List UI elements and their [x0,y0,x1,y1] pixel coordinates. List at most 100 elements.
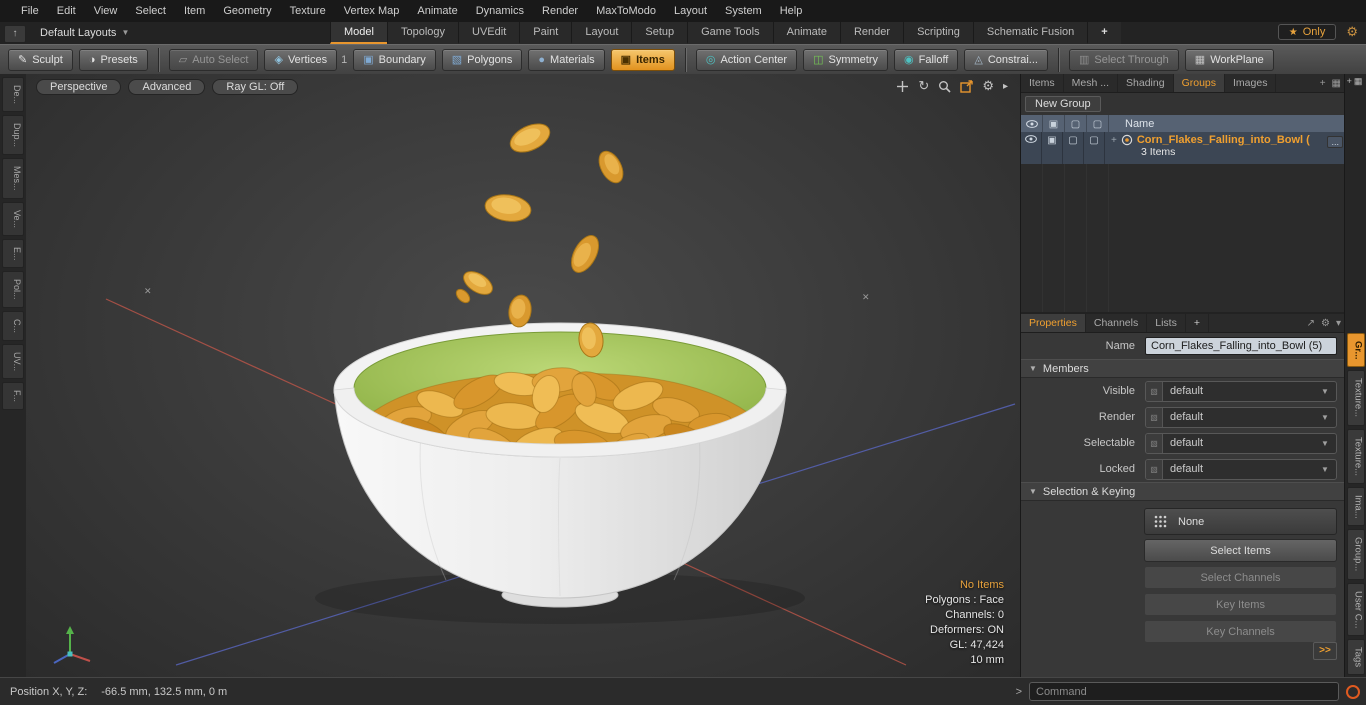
menu-dynamics[interactable]: Dynamics [467,1,533,21]
add-panel-tab-icon[interactable]: + [1320,78,1326,89]
visibility-column-eye-icon[interactable] [1021,115,1043,133]
select-through-button[interactable]: ▥ Select Through [1068,49,1179,71]
zoom-icon[interactable] [938,80,951,93]
select-column-icon[interactable]: ▢ [1087,115,1109,133]
tab-images[interactable]: Images [1225,74,1277,92]
left-strip-tab[interactable]: F... [2,381,24,410]
gear-icon[interactable]: ⚙ [1346,24,1358,40]
menu-view[interactable]: View [85,1,127,21]
key-channels-button[interactable]: Key Channels [1144,620,1337,643]
action-center-button[interactable]: ◎ Action Center [695,49,798,71]
panel-chevron-icon[interactable]: ▾ [1336,318,1341,329]
left-strip-tab[interactable]: Pol... [2,271,24,308]
item-render-icon[interactable]: ▣ [1042,132,1063,164]
panel-gear-icon[interactable]: ⚙ [1321,318,1330,329]
left-strip-tab[interactable]: De... [2,77,24,113]
item-checkbox[interactable]: ▢ [1063,132,1084,164]
tab-shading[interactable]: Shading [1118,74,1174,92]
render-dropdown[interactable]: ▧ default ▼ [1145,406,1337,428]
command-input[interactable] [1029,682,1339,701]
menu-layout[interactable]: Layout [665,1,716,21]
polygons-mode-button[interactable]: ▧ Polygons [441,49,523,71]
tab-lists[interactable]: Lists [1147,314,1186,332]
collapse-up-icon[interactable]: ↑ [4,25,26,43]
menu-system[interactable]: System [716,1,771,21]
tab-setup[interactable]: Setup [631,22,688,44]
falloff-button[interactable]: ◉ Falloff [894,49,959,71]
left-strip-tab[interactable]: Ve... [2,201,24,236]
select-items-button[interactable]: Select Items [1144,539,1337,562]
left-strip-tab[interactable]: Mes... [2,158,24,199]
workplane-button[interactable]: ▦ WorkPlane [1184,49,1274,71]
sculpt-button[interactable]: ✎ Sculpt [8,49,73,71]
render-column-cube-icon[interactable]: ▣ [1043,115,1065,133]
item-eye-icon[interactable] [1021,132,1042,164]
new-group-button[interactable]: New Group [1025,96,1101,112]
menu-maxtomodo[interactable]: MaxToModo [587,1,665,21]
menu-geometry[interactable]: Geometry [214,1,280,21]
lock-column-icon[interactable]: ▢ [1065,115,1087,133]
select-channels-button[interactable]: Select Channels [1144,566,1337,589]
locked-dropdown[interactable]: ▧ default ▼ [1145,458,1337,480]
item-more-button[interactable]: ... [1327,136,1343,148]
selection-keying-section-header[interactable]: ▼ Selection & Keying [1021,482,1345,501]
tab-model[interactable]: Model [330,22,387,44]
expand-plus-icon[interactable]: + [1111,135,1117,146]
panel-grid-icon[interactable]: ▦ [1332,78,1341,89]
add-layout-tab-button[interactable]: + [1087,22,1121,44]
menu-select[interactable]: Select [126,1,175,21]
popout-icon[interactable]: ↗ [1307,318,1315,329]
rotate-view-icon[interactable]: ↻ [918,78,929,94]
tab-channels[interactable]: Channels [1086,314,1148,332]
vertices-mode-button[interactable]: ◈ Vertices [264,49,338,71]
menu-edit[interactable]: Edit [48,1,85,21]
right-strip-tab-texture2[interactable]: Texture... [1346,428,1365,484]
materials-mode-button[interactable]: ● Materials [528,49,605,71]
left-strip-tab[interactable]: C... [2,310,24,341]
maximize-viewport-icon[interactable] [960,79,974,93]
menu-item[interactable]: Item [175,1,214,21]
tab-items[interactable]: Items [1021,74,1064,92]
left-strip-tab[interactable]: UV... [2,343,24,379]
right-strip-tab-texture[interactable]: Texture... [1346,370,1365,426]
viewport-gear-icon[interactable]: ⚙ [982,78,994,94]
tab-render[interactable]: Render [839,22,904,44]
right-strip-tab-group[interactable]: Group... [1346,529,1365,580]
raygl-toggle[interactable]: Ray GL: Off [212,79,299,95]
tab-paint[interactable]: Paint [519,22,572,44]
tab-mesh[interactable]: Mesh ... [1064,74,1119,92]
left-strip-tab[interactable]: Dup... [2,115,24,156]
only-toggle-button[interactable]: ★ Only [1277,24,1337,40]
tab-uvedit[interactable]: UVEdit [458,22,520,44]
expand-panel-button[interactable]: >> [1313,642,1337,660]
group-list[interactable]: ▣ ▢ ▢ + Corn_Flakes_Falling_into_Bowl ( … [1021,132,1345,312]
shading-mode-selector[interactable]: Advanced [128,79,206,95]
selectable-dropdown[interactable]: ▧ default ▼ [1145,432,1337,454]
menu-render[interactable]: Render [533,1,587,21]
symmetry-button[interactable]: ◫ Symmetry [803,49,888,71]
group-name-input[interactable] [1145,337,1337,355]
presets-button[interactable]: ◑ Presets [78,49,148,71]
pan-icon[interactable] [896,80,909,93]
perspective-selector[interactable]: Perspective [36,79,122,95]
tab-schematic-fusion[interactable]: Schematic Fusion [972,22,1088,44]
record-ring-icon[interactable] [1346,684,1360,699]
constraints-button[interactable]: ◬ Constrai... [964,49,1048,71]
tab-groups[interactable]: Groups [1173,74,1226,92]
items-mode-button[interactable]: ▣ Items [610,49,675,71]
key-items-button[interactable]: Key Items [1144,593,1337,616]
tab-layout[interactable]: Layout [571,22,632,44]
boundary-mode-button[interactable]: ▣ Boundary [353,49,436,71]
tab-game-tools[interactable]: Game Tools [687,22,773,44]
item-checkbox[interactable]: ▢ [1084,132,1105,164]
visible-dropdown[interactable]: ▧ default ▼ [1145,380,1337,402]
3d-viewport[interactable]: ✕ ✕ Perspective Advanced Ray GL: Off ↻ ⚙… [26,74,1020,678]
group-list-item[interactable]: ▣ ▢ ▢ + Corn_Flakes_Falling_into_Bowl ( … [1021,132,1345,164]
tab-animate[interactable]: Animate [772,22,840,44]
auto-select-button[interactable]: ▱ Auto Select [168,49,259,71]
viewport-flyout-icon[interactable]: ▸ [1003,81,1008,92]
menu-animate[interactable]: Animate [408,1,466,21]
none-mode-button[interactable]: None [1144,508,1337,535]
menu-vertex-map[interactable]: Vertex Map [335,1,409,21]
right-strip-icons[interactable]: +▦ [1345,74,1366,90]
